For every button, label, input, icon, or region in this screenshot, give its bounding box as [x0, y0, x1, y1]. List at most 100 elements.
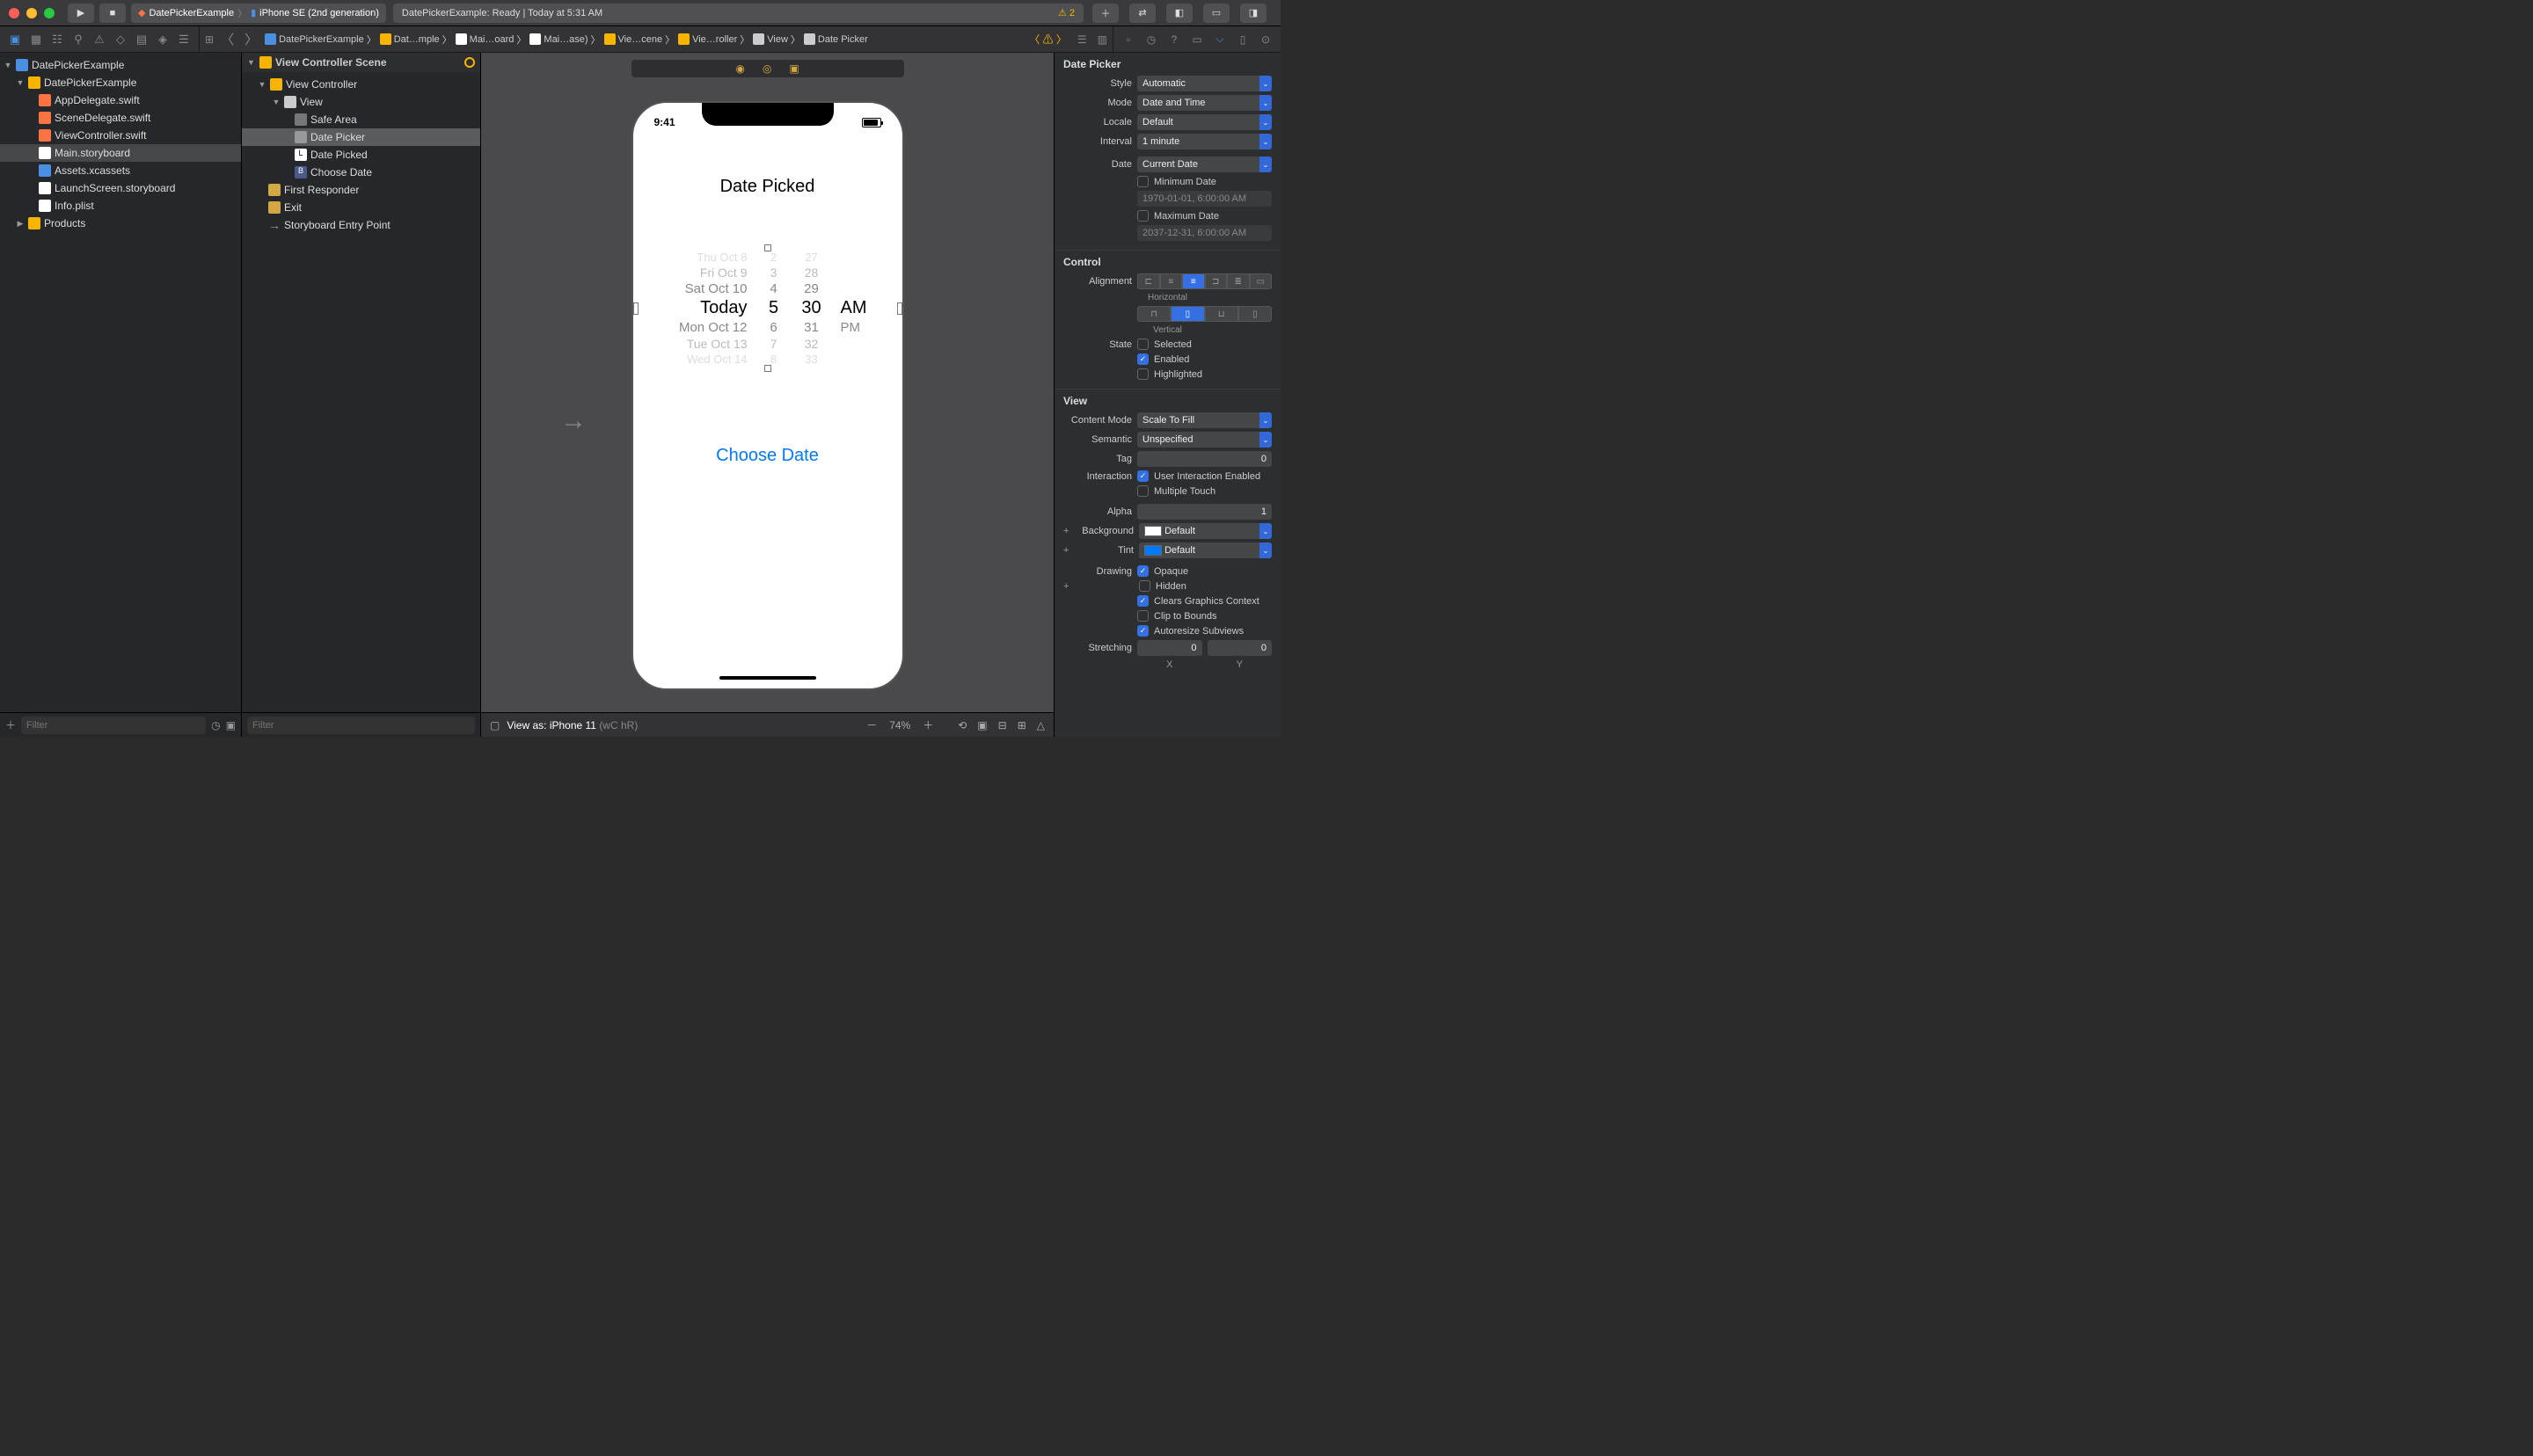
- min-date-check[interactable]: [1137, 176, 1149, 187]
- exit-dock-icon[interactable]: ▣: [789, 62, 799, 75]
- selection-handle[interactable]: [764, 365, 771, 372]
- outline-vc-row[interactable]: ▼View Controller: [242, 76, 480, 93]
- scene-warning-icon[interactable]: [464, 57, 475, 68]
- activity-status[interactable]: DatePickerExample: Ready | Today at 5:31…: [393, 4, 1084, 23]
- outline-firstresponder-row[interactable]: First Responder: [242, 181, 480, 199]
- toggle-inspector-button[interactable]: ◨: [1240, 4, 1266, 23]
- minimap-icon[interactable]: ▥: [1098, 33, 1107, 46]
- min-date-field[interactable]: 1970-01-01, 6:00:00 AM: [1137, 191, 1272, 207]
- report-navigator-icon[interactable]: ☰: [174, 33, 193, 47]
- outline-entry-row[interactable]: →Storyboard Entry Point: [242, 216, 480, 234]
- interface-builder-canvas[interactable]: ◉ ◎ ▣ → 9:41 Date Picked Thu Oct 8227Fri…: [481, 53, 1054, 737]
- stop-button[interactable]: ■: [99, 4, 126, 23]
- project-row[interactable]: ▼DatePickerExample: [0, 56, 241, 74]
- file-row[interactable]: Assets.xcassets: [0, 162, 241, 179]
- zoom-out-button[interactable]: －: [866, 717, 877, 732]
- help-inspector-icon[interactable]: ?: [1164, 33, 1184, 46]
- outline-datepicker-row[interactable]: Date Picker: [242, 128, 480, 146]
- source-control-icon[interactable]: ▦: [26, 33, 46, 47]
- clears-check[interactable]: ✓: [1137, 595, 1149, 607]
- attributes-inspector-icon[interactable]: ⌵: [1210, 33, 1230, 46]
- file-row[interactable]: Info.plist: [0, 197, 241, 215]
- breadcrumb-1[interactable]: Dat…mple 〉: [380, 33, 452, 47]
- outline-label-row[interactable]: LDate Picked: [242, 146, 480, 164]
- hidden-check[interactable]: [1139, 580, 1150, 592]
- outline-button-row[interactable]: BChoose Date: [242, 164, 480, 181]
- zoom-button[interactable]: [44, 8, 55, 18]
- file-inspector-icon[interactable]: ▫: [1119, 33, 1138, 46]
- clip-check[interactable]: [1137, 610, 1149, 622]
- autoresize-check[interactable]: ✓: [1137, 625, 1149, 637]
- breadcrumb-0[interactable]: DatePickerExample 〉: [265, 33, 376, 47]
- align-icon[interactable]: ⊟: [998, 719, 1007, 732]
- entry-point-arrow[interactable]: →: [560, 406, 587, 436]
- minimize-button[interactable]: [26, 8, 37, 18]
- toggle-navigator-button[interactable]: ◧: [1166, 4, 1193, 23]
- test-navigator-icon[interactable]: ◇: [111, 33, 130, 47]
- embed-icon[interactable]: ▣: [977, 719, 987, 732]
- file-row[interactable]: ViewController.swift: [0, 127, 241, 144]
- issue-navigator-icon[interactable]: ⚠: [90, 33, 109, 47]
- add-tint-button[interactable]: +: [1063, 545, 1074, 556]
- uie-check[interactable]: ✓: [1137, 470, 1149, 482]
- outline-view-row[interactable]: ▼View: [242, 93, 480, 111]
- h-alignment-control[interactable]: ⊏≡≡⊐≣▭: [1137, 273, 1272, 289]
- background-select[interactable]: Default⌄: [1139, 523, 1272, 539]
- selection-handle[interactable]: [897, 302, 902, 315]
- stretch-y-field[interactable]: 0: [1208, 640, 1273, 656]
- warning-crumb-icon[interactable]: 〈 ⚠ 〉: [1029, 32, 1067, 47]
- size-inspector-icon[interactable]: ▯: [1233, 33, 1252, 46]
- max-date-check[interactable]: [1137, 210, 1149, 222]
- zoom-in-button[interactable]: ＋: [923, 717, 933, 732]
- add-button[interactable]: ＋: [5, 717, 16, 732]
- connections-inspector-icon[interactable]: ⊙: [1256, 33, 1275, 46]
- warning-indicator[interactable]: ⚠ 2: [1058, 7, 1075, 18]
- project-navigator-icon[interactable]: ▣: [5, 33, 25, 47]
- breadcrumb-4[interactable]: Vie…cene 〉: [604, 33, 675, 47]
- toggle-debug-button[interactable]: ▭: [1203, 4, 1230, 23]
- scene-dock[interactable]: ◉ ◎ ▣: [631, 60, 904, 77]
- breakpoint-navigator-icon[interactable]: ◈: [153, 33, 172, 47]
- selection-handle[interactable]: [764, 244, 771, 251]
- multitouch-check[interactable]: [1137, 485, 1149, 497]
- update-frames-icon[interactable]: ⟲: [958, 719, 967, 732]
- zoom-level[interactable]: 74%: [889, 719, 910, 732]
- close-button[interactable]: [9, 8, 19, 18]
- outline-filter-input[interactable]: [247, 717, 475, 734]
- tint-select[interactable]: Default⌄: [1139, 542, 1272, 558]
- outline-exit-row[interactable]: Exit: [242, 199, 480, 216]
- scm-filter-icon[interactable]: ◷: [211, 719, 220, 732]
- file-row[interactable]: SceneDelegate.swift: [0, 109, 241, 127]
- file-row-selected[interactable]: Main.storyboard: [0, 144, 241, 162]
- enabled-check[interactable]: ✓: [1137, 353, 1149, 365]
- back-button[interactable]: 〈: [217, 30, 237, 48]
- selection-handle[interactable]: [633, 302, 639, 315]
- find-navigator-icon[interactable]: ⚲: [69, 33, 88, 47]
- date-picker-preview[interactable]: Thu Oct 8227Fri Oct 9328Sat Oct 10429Tod…: [642, 250, 894, 367]
- code-review-button[interactable]: ⇄: [1129, 4, 1156, 23]
- button-preview[interactable]: Choose Date: [642, 446, 894, 466]
- pin-icon[interactable]: ⊞: [1018, 719, 1026, 732]
- recent-filter-icon[interactable]: ▣: [226, 719, 236, 732]
- date-select[interactable]: Current Date⌄: [1137, 157, 1272, 172]
- symbol-navigator-icon[interactable]: ☷: [47, 33, 67, 47]
- interval-select[interactable]: 1 minute⌄: [1137, 134, 1272, 149]
- identity-inspector-icon[interactable]: ▭: [1187, 33, 1207, 46]
- locale-select[interactable]: Default⌄: [1137, 114, 1272, 130]
- tag-field[interactable]: 0: [1137, 451, 1272, 467]
- stretch-x-field[interactable]: 0: [1137, 640, 1202, 656]
- navigator-filter-input[interactable]: [21, 717, 206, 734]
- debug-navigator-icon[interactable]: ▤: [132, 33, 151, 47]
- run-button[interactable]: ▶: [68, 4, 94, 23]
- opaque-check[interactable]: ✓: [1137, 565, 1149, 577]
- outline-safearea-row[interactable]: Safe Area: [242, 111, 480, 128]
- products-row[interactable]: ▶Products: [0, 215, 241, 232]
- breadcrumb-7[interactable]: Date Picker: [804, 33, 868, 45]
- vc-dock-icon[interactable]: ◉: [735, 62, 744, 75]
- add-background-button[interactable]: +: [1063, 526, 1074, 536]
- alpha-field[interactable]: 1: [1137, 504, 1272, 520]
- semantic-select[interactable]: Unspecified⌄: [1137, 432, 1272, 448]
- scheme-selector[interactable]: ◆ DatePickerExample 〉 ▮ iPhone SE (2nd g…: [131, 4, 386, 23]
- toggle-outline-icon[interactable]: ▢: [490, 719, 500, 732]
- highlighted-check[interactable]: [1137, 368, 1149, 380]
